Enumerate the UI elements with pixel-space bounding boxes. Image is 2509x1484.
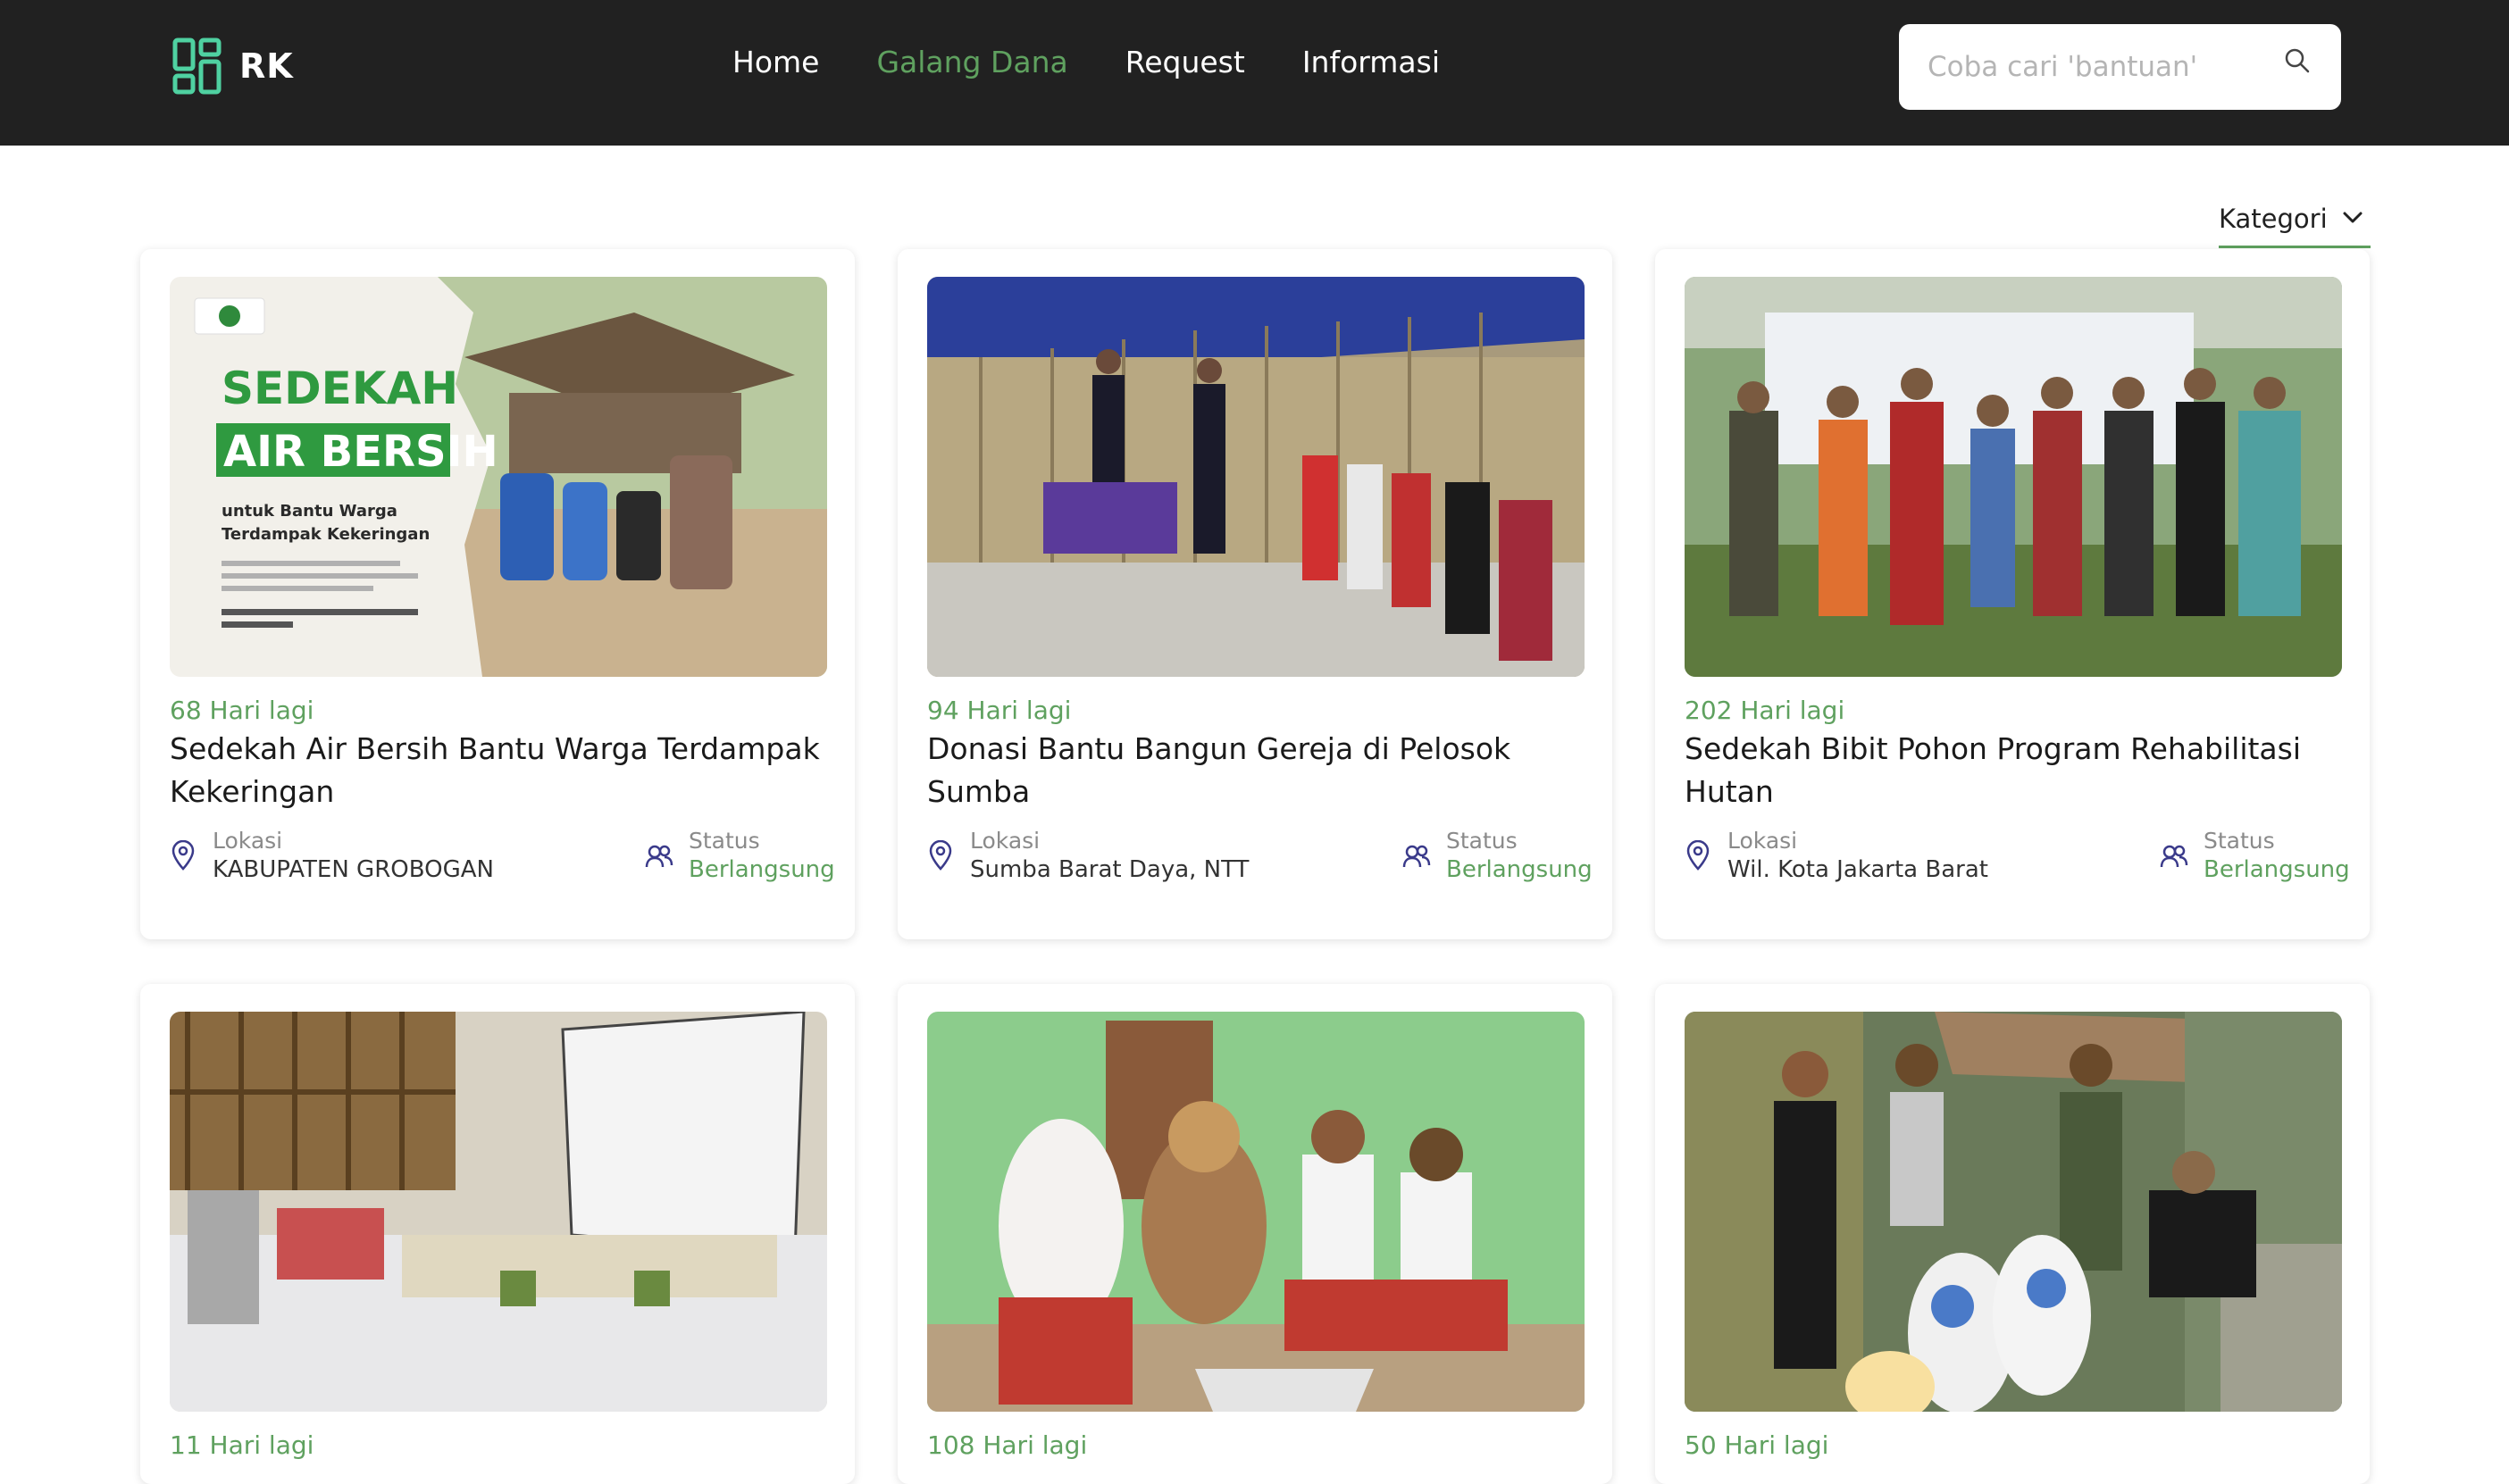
logo-icon xyxy=(172,38,222,95)
campaign-card[interactable]: 202 Hari lagi Sedekah Bibit Pohon Progra… xyxy=(1655,249,2370,939)
campaign-card[interactable]: 94 Hari lagi Donasi Bantu Bangun Gereja … xyxy=(898,249,1612,939)
status-value: Berlangsung xyxy=(1446,856,1593,883)
location-pin-icon xyxy=(171,840,195,871)
status-label: Status xyxy=(1446,828,1518,854)
search-box xyxy=(1899,24,2341,110)
campaign-image[interactable] xyxy=(927,1012,1585,1412)
chevron-down-icon xyxy=(2343,212,2363,223)
image-headline-2: AIR BERSIH xyxy=(223,427,498,477)
location-pin-icon xyxy=(1686,840,1710,871)
search-input[interactable] xyxy=(1928,46,2249,88)
users-icon xyxy=(1402,845,1431,868)
campaign-card[interactable]: 108 Hari lagi xyxy=(898,984,1612,1484)
location-label: Lokasi xyxy=(213,828,283,854)
location-value: Wil. Kota Jakarta Barat xyxy=(1727,856,1988,883)
brand-name: RK xyxy=(239,46,294,86)
location-label: Lokasi xyxy=(1727,828,1798,854)
campaign-image[interactable] xyxy=(927,277,1585,677)
status-value: Berlangsung xyxy=(2204,856,2350,883)
main-nav: Home Galang Dana Request Informasi xyxy=(732,45,1440,79)
location-label: Lokasi xyxy=(970,828,1041,854)
svg-text:Terdampak Kekeringan: Terdampak Kekeringan xyxy=(222,525,430,544)
kategori-dropdown[interactable]: Kategori xyxy=(2219,204,2371,248)
days-remaining: 108 Hari lagi xyxy=(927,1430,1088,1460)
campaign-title[interactable]: Sedekah Air Bersih Bantu Warga Terdampak… xyxy=(170,728,831,813)
campaign-card[interactable]: 11 Hari lagi xyxy=(140,984,855,1484)
campaign-image[interactable] xyxy=(1685,1012,2342,1412)
svg-text:untuk Bantu Warga: untuk Bantu Warga xyxy=(222,502,397,521)
image-headline-1: SEDEKAH xyxy=(222,363,458,414)
status-label: Status xyxy=(2204,828,2275,854)
days-remaining: 11 Hari lagi xyxy=(170,1430,314,1460)
brand-logo[interactable]: RK xyxy=(172,38,294,95)
campaign-title[interactable]: Donasi Bantu Bangun Gereja di Pelosok Su… xyxy=(927,728,1588,813)
days-remaining: 94 Hari lagi xyxy=(927,696,1072,725)
nav-informasi[interactable]: Informasi xyxy=(1302,45,1440,79)
top-navbar: RK Home Galang Dana Request Informasi xyxy=(0,0,2509,146)
kategori-label: Kategori xyxy=(2219,204,2328,234)
campaign-image[interactable] xyxy=(1685,277,2342,677)
location-value: KABUPATEN GROBOGAN xyxy=(213,856,494,883)
campaign-card[interactable]: 50 Hari lagi xyxy=(1655,984,2370,1484)
nav-request[interactable]: Request xyxy=(1125,45,1245,79)
search-icon[interactable] xyxy=(2283,46,2312,75)
campaign-image[interactable] xyxy=(170,1012,827,1412)
days-remaining: 202 Hari lagi xyxy=(1685,696,1845,725)
location-value: Sumba Barat Daya, NTT xyxy=(970,856,1250,883)
campaign-image[interactable]: SEDEKAH AIR BERSIH untuk Bantu Warga Ter… xyxy=(170,277,827,677)
days-remaining: 68 Hari lagi xyxy=(170,696,314,725)
users-icon xyxy=(2160,845,2188,868)
nav-galang-dana[interactable]: Galang Dana xyxy=(876,45,1067,79)
status-value: Berlangsung xyxy=(689,856,835,883)
status-label: Status xyxy=(689,828,760,854)
location-pin-icon xyxy=(929,840,952,871)
users-icon xyxy=(645,845,673,868)
campaign-card[interactable]: SEDEKAH AIR BERSIH untuk Bantu Warga Ter… xyxy=(140,249,855,939)
campaign-title[interactable]: Sedekah Bibit Pohon Program Rehabilitasi… xyxy=(1685,728,2346,813)
days-remaining: 50 Hari lagi xyxy=(1685,1430,1829,1460)
nav-home[interactable]: Home xyxy=(732,45,819,79)
